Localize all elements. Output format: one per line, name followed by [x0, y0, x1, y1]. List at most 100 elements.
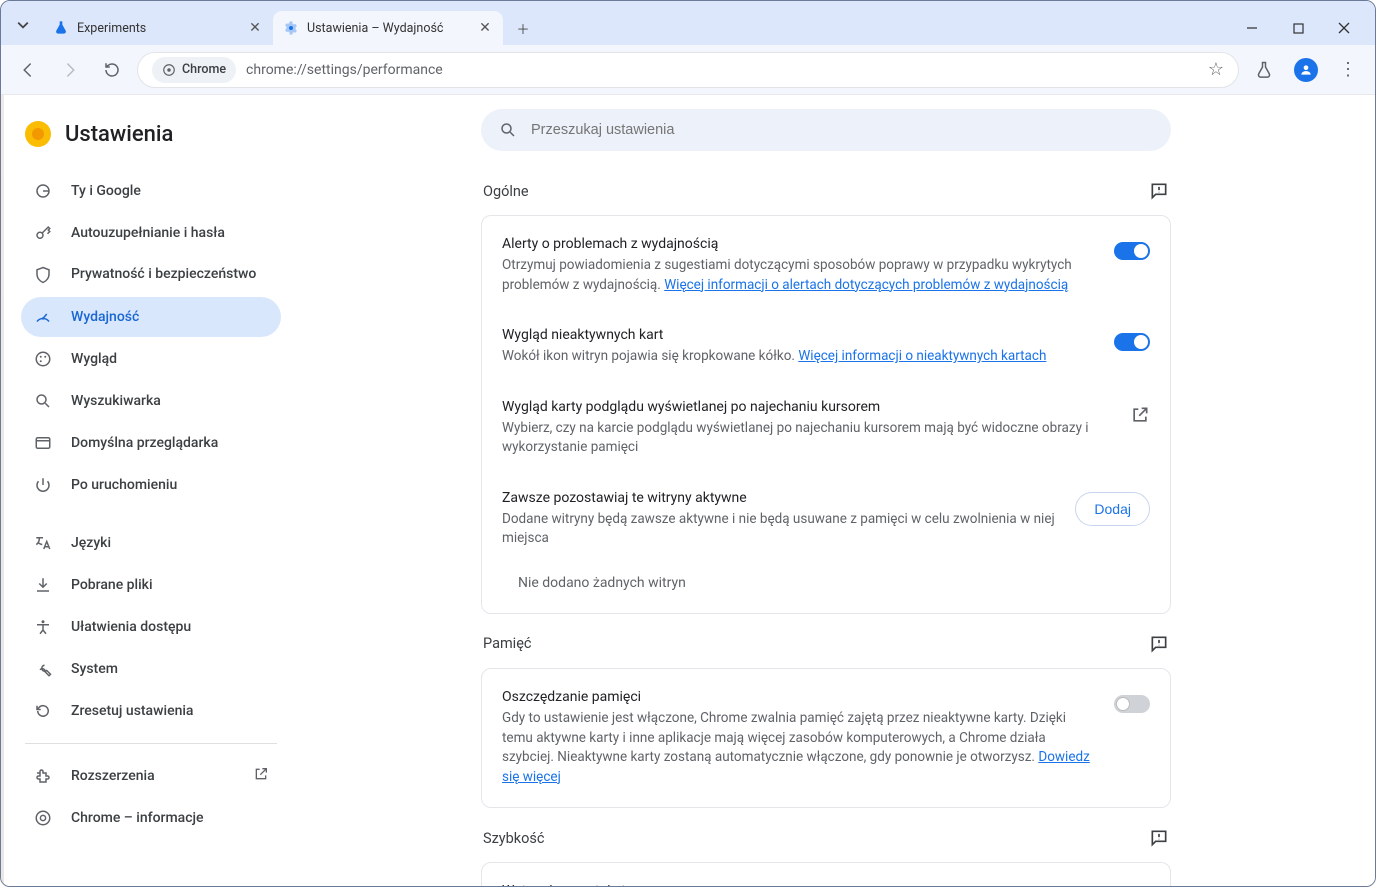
sidebar-item-accessibility[interactable]: Ułatwienia dostępu — [21, 607, 281, 647]
puzzle-icon — [33, 766, 53, 786]
section-title-speed: Szybkość — [483, 830, 545, 847]
sidebar-item-reset[interactable]: Zresetuj ustawienia — [21, 691, 281, 731]
back-button[interactable] — [11, 53, 45, 87]
settings-search[interactable] — [481, 109, 1171, 151]
brand: Ustawienia — [21, 115, 281, 169]
add-site-button[interactable]: Dodaj — [1075, 492, 1150, 526]
row-hover-preview[interactable]: Wygląd karty podglądu wyświetlanej po na… — [482, 383, 1170, 474]
sidebar-item-you-google[interactable]: Ty i Google — [21, 171, 281, 211]
labs-button[interactable] — [1247, 53, 1281, 87]
sidebar-item-extensions[interactable]: Rozszerzenia — [21, 756, 281, 796]
sidebar-item-languages[interactable]: Języki — [21, 523, 281, 563]
learn-more-link[interactable]: Więcej informacji o alertach dotyczących… — [664, 277, 1068, 293]
browser-tab-experiments[interactable]: Experiments ✕ — [43, 11, 273, 45]
sidebar-item-label: Rozszerzenia — [71, 768, 155, 784]
star-icon[interactable]: ☆ — [1208, 59, 1224, 80]
sidebar-separator — [25, 743, 277, 744]
accessibility-icon — [33, 617, 53, 637]
sidebar-item-label: Po uruchomieniu — [71, 477, 177, 493]
sidebar-item-system[interactable]: System — [21, 649, 281, 689]
close-icon[interactable]: ✕ — [247, 20, 263, 36]
google-icon — [33, 181, 53, 201]
close-window-button[interactable] — [1321, 11, 1367, 45]
row-title: Wygląd karty podglądu wyświetlanej po na… — [502, 399, 1114, 415]
sidebar-item-appearance[interactable]: Wygląd — [21, 339, 281, 379]
empty-sites-note: Nie dodano żadnych witryn — [482, 565, 1170, 609]
search-icon — [33, 391, 53, 411]
section-title-general: Ogólne — [483, 183, 529, 200]
sidebar-item-default-browser[interactable]: Domyślna przeglądarka — [21, 423, 281, 463]
sidebar-item-about[interactable]: Chrome – informacje — [21, 798, 281, 838]
gear-icon — [283, 20, 299, 36]
sidebar-item-label: Domyślna przeglądarka — [71, 435, 218, 451]
close-icon[interactable]: ✕ — [477, 20, 493, 36]
sidebar-item-label: Wygląd — [71, 351, 117, 367]
sidebar-item-downloads[interactable]: Pobrane pliki — [21, 565, 281, 605]
reload-button[interactable] — [95, 53, 129, 87]
settings-search-input[interactable] — [529, 121, 1153, 139]
sidebar-item-search-engine[interactable]: Wyszukiwarka — [21, 381, 281, 421]
card-speed: Wstępnie wczytuj strony Gdy to ustawieni… — [481, 862, 1171, 886]
speedometer-icon — [33, 307, 53, 327]
sidebar-item-label: Autouzupełnianie i hasła — [71, 225, 225, 241]
main-content[interactable]: Ogólne Alerty o problemach z wydajnością… — [291, 95, 1375, 886]
row-desc: Gdy to ustawienie jest włączone, Chrome … — [502, 709, 1098, 787]
row-desc: Otrzymuj powiadomienia z sugestiami doty… — [502, 256, 1098, 295]
row-always-active: Zawsze pozostawiaj te witryny aktywne Do… — [482, 474, 1170, 565]
minimize-button[interactable] — [1229, 11, 1275, 45]
maximize-button[interactable] — [1275, 11, 1321, 45]
paint-icon — [33, 349, 53, 369]
row-perf-alerts: Alerty o problemach z wydajnością Otrzym… — [482, 220, 1170, 311]
learn-more-link[interactable]: Więcej informacji o nieaktywnych kartach — [798, 348, 1046, 364]
download-icon — [33, 575, 53, 595]
sidebar-item-label: Zresetuj ustawienia — [71, 703, 193, 719]
wrench-icon — [33, 659, 53, 679]
window-controls — [1229, 11, 1367, 45]
sidebar-item-label: Wydajność — [71, 309, 139, 325]
row-desc: Dodane witryny będą zawsze aktywne i nie… — [502, 510, 1059, 549]
site-chip[interactable]: Chrome — [152, 57, 236, 83]
sidebar-item-label: Ty i Google — [71, 183, 141, 199]
tab-search-button[interactable] — [9, 11, 37, 39]
browser-tab-settings[interactable]: Ustawienia – Wydajność ✕ — [273, 11, 503, 45]
tabstrip: Experiments ✕ Ustawienia – Wydajność ✕ ＋ — [43, 11, 537, 45]
tab-title: Ustawienia – Wydajność — [307, 21, 469, 36]
feedback-icon[interactable] — [1149, 634, 1169, 654]
reset-icon — [33, 701, 53, 721]
sidebar-item-privacy[interactable]: Prywatność i bezpieczeństwo — [21, 255, 281, 295]
browser-icon — [33, 433, 53, 453]
row-preload: Wstępnie wczytuj strony Gdy to ustawieni… — [482, 867, 1170, 886]
sidebar-item-label: Prywatność i bezpieczeństwo — [71, 266, 256, 284]
open-external-icon[interactable] — [1130, 405, 1150, 425]
sidebar-item-label: Języki — [71, 535, 111, 551]
feedback-icon[interactable] — [1149, 828, 1169, 848]
power-icon — [33, 475, 53, 495]
sidebar-item-label: Pobrane pliki — [71, 577, 153, 593]
toggle-inactive-tabs[interactable] — [1114, 333, 1150, 351]
sidebar-item-label: Chrome – informacje — [71, 810, 204, 826]
chip-label: Chrome — [182, 62, 226, 77]
profile-button[interactable] — [1289, 53, 1323, 87]
sidebar-item-label: Wyszukiwarka — [71, 393, 161, 409]
feedback-icon[interactable] — [1149, 181, 1169, 201]
brand-title: Ustawienia — [65, 122, 173, 147]
section-title-memory: Pamięć — [483, 635, 531, 652]
chrome-icon — [33, 808, 53, 828]
flask-icon — [53, 20, 69, 36]
forward-button[interactable] — [53, 53, 87, 87]
new-tab-button[interactable]: ＋ — [509, 14, 537, 42]
omnibox-url: chrome://settings/performance — [246, 62, 1198, 78]
row-title: Zawsze pozostawiaj te witryny aktywne — [502, 490, 1059, 506]
menu-button[interactable]: ⋮ — [1331, 53, 1365, 87]
toggle-memory-saver[interactable] — [1114, 695, 1150, 713]
sidebar-item-autofill[interactable]: Autouzupełnianie i hasła — [21, 213, 281, 253]
row-title: Wstępnie wczytuj strony — [502, 883, 1098, 886]
tab-title: Experiments — [77, 21, 239, 36]
sidebar-item-startup[interactable]: Po uruchomieniu — [21, 465, 281, 505]
card-general: Alerty o problemach z wydajnością Otrzym… — [481, 215, 1171, 614]
toggle-perf-alerts[interactable] — [1114, 242, 1150, 260]
sidebar: Ustawienia Ty i Google Autouzupełnianie … — [1, 95, 291, 886]
omnibox[interactable]: Chrome chrome://settings/performance ☆ — [137, 52, 1239, 88]
translate-icon — [33, 533, 53, 553]
sidebar-item-performance[interactable]: Wydajność — [21, 297, 281, 337]
